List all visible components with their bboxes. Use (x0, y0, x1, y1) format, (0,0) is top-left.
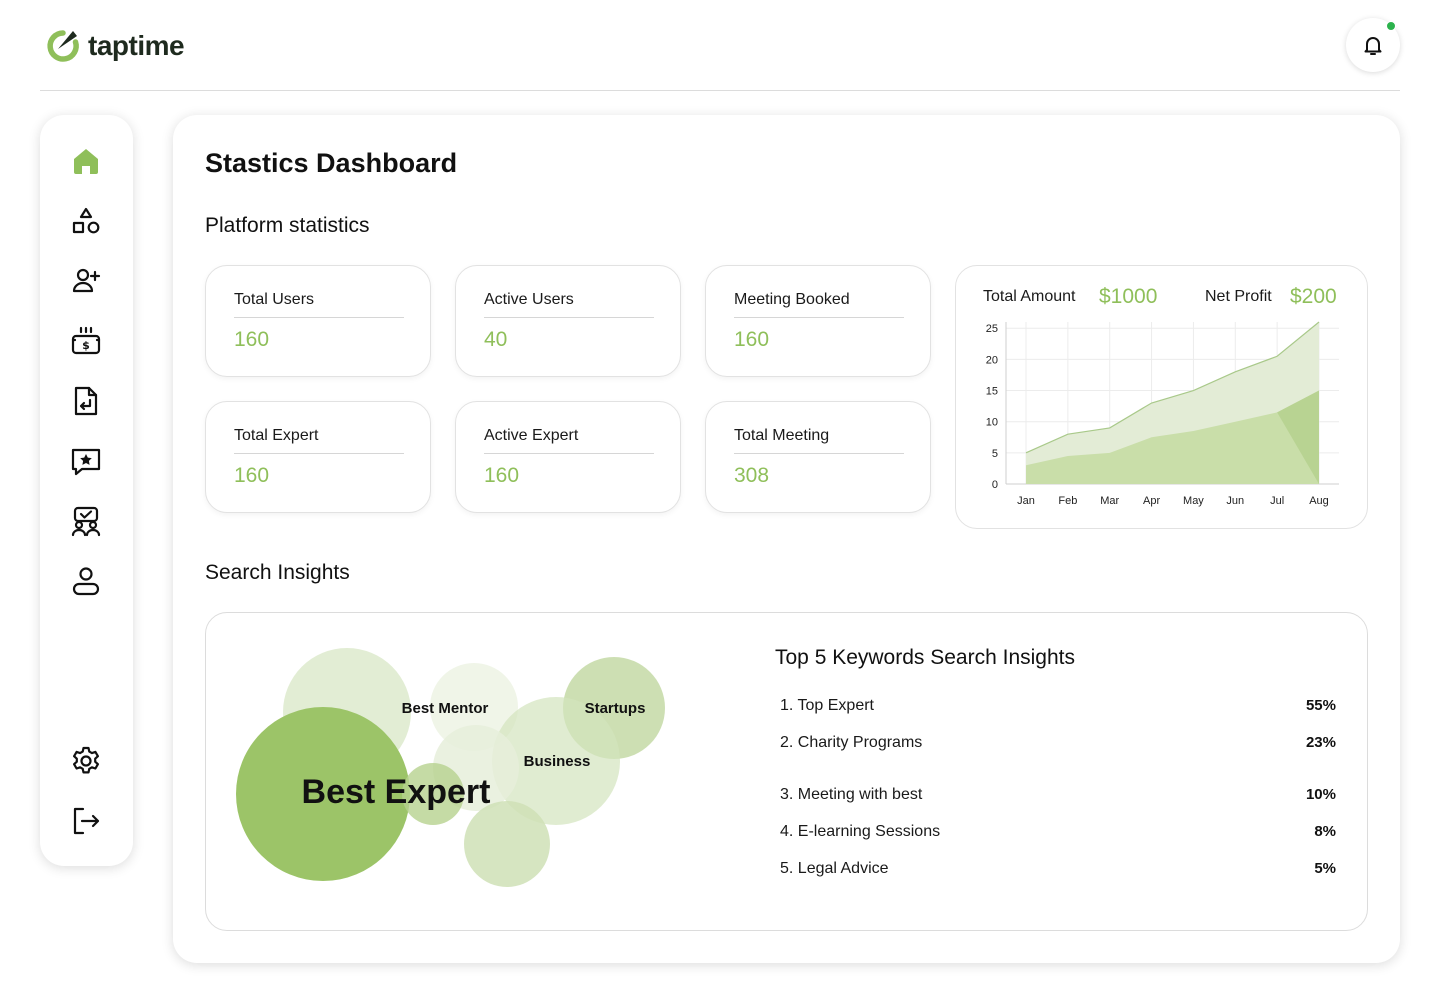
sidebar-item-sessions[interactable] (66, 501, 106, 541)
stat-divider (484, 317, 654, 318)
keyword-row: 2. Charity Programs 23% (780, 734, 1336, 756)
keyword-row: 4. E-learning Sessions 8% (780, 823, 1336, 845)
main-panel: Stastics Dashboard Platform statistics T… (173, 115, 1400, 963)
logo-text: taptime (88, 30, 185, 61)
stat-label: Active Expert (484, 427, 579, 444)
keyword-label: 2. Charity Programs (780, 734, 923, 751)
stat-card-meeting-booked[interactable]: Meeting Booked 160 (705, 265, 931, 377)
sidebar-item-settings[interactable] (66, 741, 106, 781)
stat-label: Meeting Booked (734, 291, 850, 308)
notification-dot (1386, 21, 1396, 31)
stat-card-total-expert[interactable]: Total Expert 160 (205, 401, 431, 513)
stat-divider (484, 453, 654, 454)
svg-text:$: $ (82, 339, 90, 352)
stat-divider (734, 453, 904, 454)
user-plus-icon (72, 268, 101, 293)
stat-label: Active Users (484, 291, 574, 308)
sidebar-item-payments[interactable]: $ (66, 321, 106, 361)
x-tick-label: Apr (1143, 495, 1160, 507)
sidebar-item-categories[interactable] (66, 201, 106, 241)
bell-icon (1364, 37, 1382, 55)
y-tick-label: 20 (986, 354, 998, 366)
stat-value: 40 (484, 328, 508, 351)
sidebar-item-home[interactable] (66, 141, 106, 181)
bubble (464, 801, 550, 887)
keyword-bubble-chart: Best Mentor Startups Business Best Exper… (236, 648, 665, 887)
search-insights-card: Best Mentor Startups Business Best Exper… (205, 612, 1368, 931)
stat-divider (234, 453, 404, 454)
amount-chart-card: Total Amount $1000 Net Profit $200 0 5 10 1… (955, 265, 1368, 529)
keyword-label: 3. Meeting with best (780, 786, 923, 803)
keyword-percent: 23% (1305, 734, 1336, 751)
keyword-row: 1. Top Expert 55% (780, 697, 1336, 719)
stat-card-active-expert[interactable]: Active Expert 160 (455, 401, 681, 513)
keyword-row: 5. Legal Advice 5% (780, 860, 1336, 882)
sidebar: $ (40, 115, 133, 866)
keyword-percent: 55% (1305, 697, 1336, 714)
platform-statistics-title: Platform statistics (205, 214, 370, 237)
stat-value: 160 (734, 328, 770, 351)
star-message-icon (71, 448, 101, 476)
x-tick-label: Mar (1100, 495, 1119, 507)
y-tick-label: 15 (986, 386, 998, 398)
document-return-icon (74, 386, 98, 416)
stat-card-total-meeting[interactable]: Total Meeting 308 (705, 401, 931, 513)
logo[interactable]: taptime (44, 27, 185, 65)
logout-icon (73, 807, 100, 835)
keyword-row: 3. Meeting with best 10% (780, 786, 1336, 808)
x-tick-label: Feb (1058, 495, 1077, 507)
x-tick-label: May (1183, 495, 1204, 507)
sidebar-item-add-user[interactable] (66, 261, 106, 301)
y-tick-label: 0 (992, 479, 998, 491)
logo-mark-icon (47, 30, 79, 62)
gear-icon (73, 746, 99, 774)
keyword-percent: 10% (1305, 786, 1336, 803)
stat-label: Total Meeting (734, 427, 830, 444)
x-tick-label: Jan (1017, 495, 1035, 507)
stat-value: 160 (234, 328, 270, 351)
y-tick-label: 5 (992, 448, 998, 460)
x-tick-label: Aug (1309, 495, 1329, 507)
sidebar-item-logout[interactable] (66, 801, 106, 841)
search-insights-title: Search Insights (205, 561, 350, 584)
bubble-label-startups: Startups (585, 700, 646, 717)
stat-divider (234, 317, 404, 318)
stat-card-total-users[interactable]: Total Users 160 (205, 265, 431, 377)
bubble-label-business: Business (524, 753, 591, 770)
money-box-icon: $ (71, 326, 101, 355)
sidebar-item-documents[interactable] (66, 381, 106, 421)
area-chart: 0 5 10 15 20 25 Jan Feb Mar Apr May Jun Jul Aug (986, 321, 1339, 507)
bubble-label-best-expert: Best Expert (302, 773, 491, 811)
page-title: Stastics Dashboard (205, 148, 458, 178)
x-tick-label: Jun (1226, 495, 1244, 507)
user-icon (72, 567, 100, 596)
notification-button[interactable] (1346, 18, 1400, 72)
top-bar: taptime (40, 0, 1400, 91)
keyword-label: 5. Legal Advice (780, 860, 889, 877)
stat-value: 308 (734, 464, 770, 487)
meeting-check-icon (71, 506, 101, 537)
y-tick-label: 10 (986, 417, 998, 429)
keyword-label: 4. E-learning Sessions (780, 823, 941, 840)
sidebar-item-profile[interactable] (66, 561, 106, 601)
keyword-percent: 8% (1314, 823, 1336, 840)
x-tick-label: Jul (1270, 495, 1284, 507)
stat-divider (734, 317, 904, 318)
sidebar-item-reviews[interactable] (66, 441, 106, 481)
stat-value: 160 (234, 464, 270, 487)
keyword-percent: 5% (1314, 860, 1336, 877)
keywords-title: Top 5 Keywords Search Insights (775, 646, 1075, 669)
stat-value: 160 (484, 464, 520, 487)
shapes-icon (72, 207, 100, 234)
stat-label: Total Users (234, 291, 315, 308)
y-tick-label: 25 (986, 323, 998, 335)
stat-label: Total Expert (234, 427, 319, 444)
stat-card-active-users[interactable]: Active Users 40 (455, 265, 681, 377)
keyword-label: 1. Top Expert (780, 697, 874, 714)
home-icon (74, 149, 98, 174)
bubble-label-best-mentor: Best Mentor (402, 700, 489, 717)
